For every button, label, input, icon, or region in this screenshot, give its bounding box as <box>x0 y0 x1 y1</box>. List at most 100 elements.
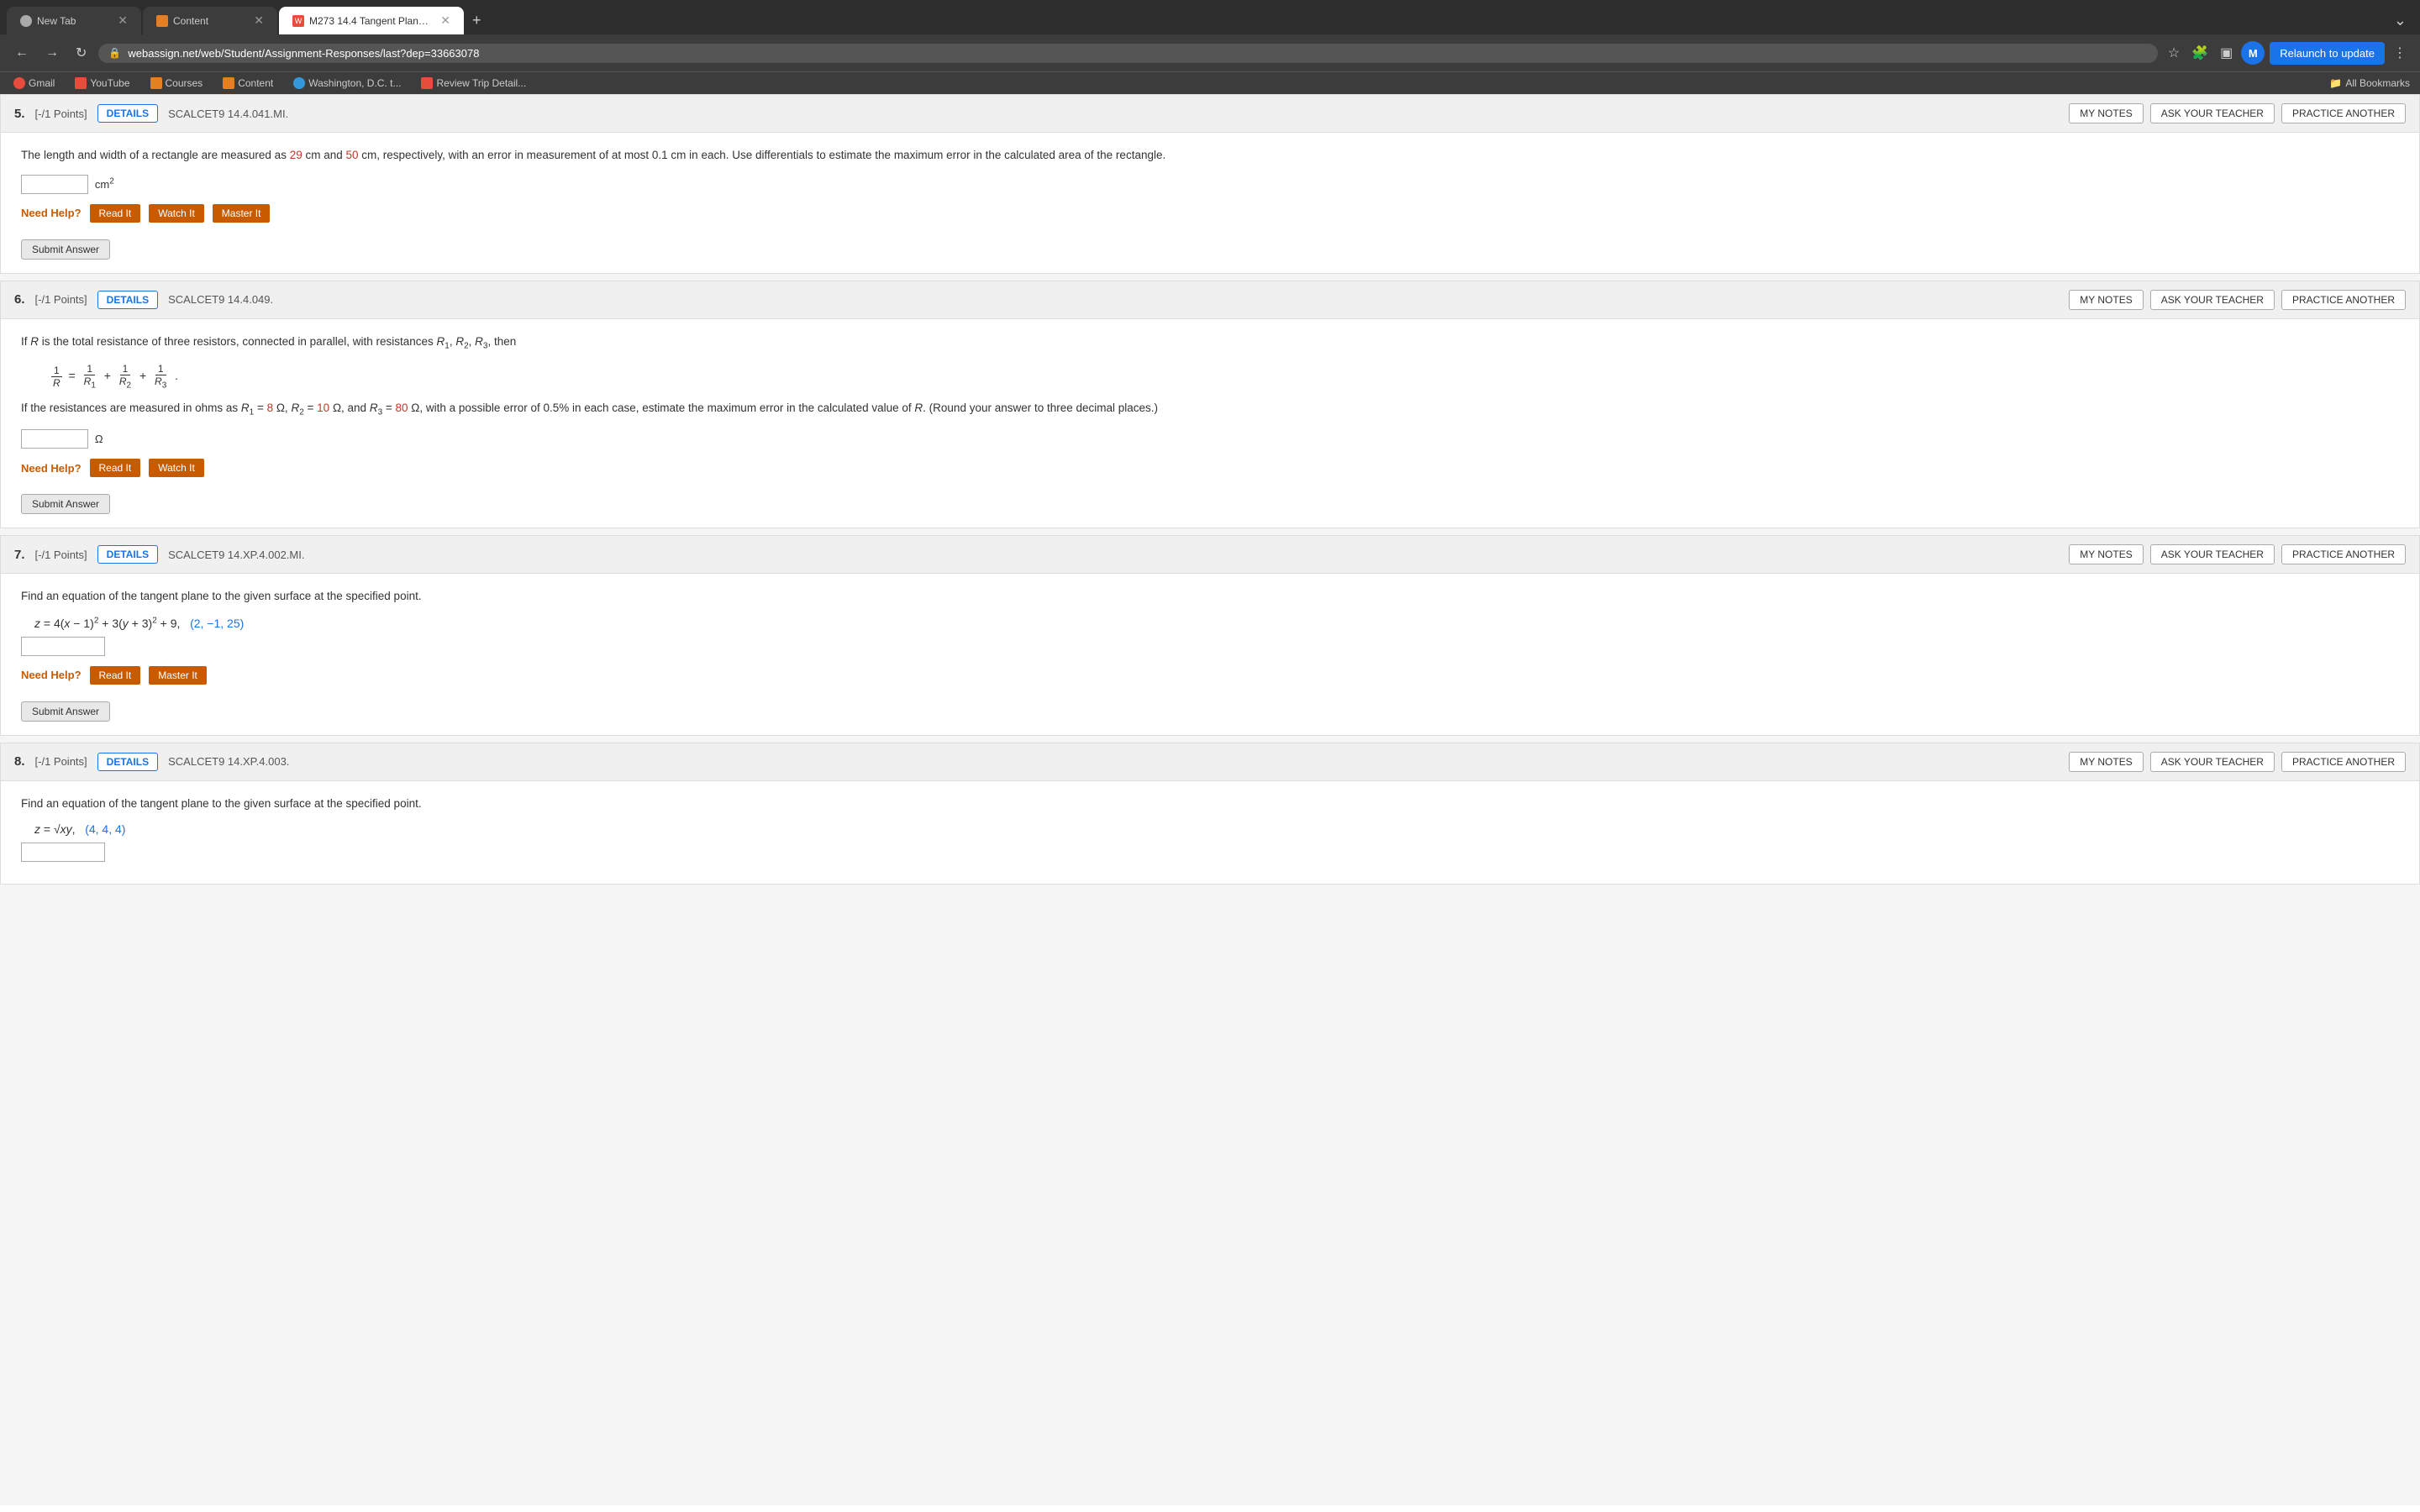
address-bar[interactable]: 🔒 webassign.net/web/Student/Assignment-R… <box>98 44 2157 63</box>
reload-button[interactable]: ↻ <box>71 41 92 65</box>
webassign-favicon: W <box>292 15 304 27</box>
question-6-read-it-btn[interactable]: Read It <box>90 459 141 477</box>
question-6-details-btn[interactable]: DETAILS <box>97 291 158 309</box>
question-5-details-btn[interactable]: DETAILS <box>97 104 158 123</box>
question-5-block: 5. [-/1 Points] DETAILS SCALCET9 14.4.04… <box>0 94 2420 274</box>
question-7-submit-btn[interactable]: Submit Answer <box>21 701 110 722</box>
question-7-practice-btn[interactable]: PRACTICE ANOTHER <box>2281 544 2406 564</box>
page-content: 5. [-/1 Points] DETAILS SCALCET9 14.4.04… <box>0 94 2420 1505</box>
question-5-my-notes-btn[interactable]: MY NOTES <box>2069 103 2143 123</box>
question-5-ask-teacher-btn[interactable]: ASK YOUR TEACHER <box>2150 103 2275 123</box>
question-8-practice-btn[interactable]: PRACTICE ANOTHER <box>2281 752 2406 772</box>
bookmark-youtube[interactable]: YouTube <box>71 76 133 91</box>
question-5-input-row: cm2 <box>21 175 2399 194</box>
bookmark-content[interactable]: Content <box>219 76 276 91</box>
bookmark-star-button[interactable]: ☆ <box>2165 41 2183 65</box>
q5-val1: 29 <box>290 149 302 161</box>
question-7-points: [-/1 Points] <box>35 549 87 561</box>
question-7-my-notes-btn[interactable]: MY NOTES <box>2069 544 2143 564</box>
bookmark-review[interactable]: Review Trip Detail... <box>418 76 529 91</box>
question-5-answer-input[interactable] <box>21 175 88 194</box>
bookmark-youtube-label: YouTube <box>90 77 129 89</box>
question-6-points: [-/1 Points] <box>35 293 87 306</box>
tab-content[interactable]: Content ✕ <box>143 7 277 34</box>
courses-favicon <box>150 77 162 89</box>
bookmarks-bar: Gmail YouTube Courses Content Washington… <box>0 71 2420 94</box>
question-6-ask-teacher-btn[interactable]: ASK YOUR TEACHER <box>2150 290 2275 310</box>
question-5-master-it-btn[interactable]: Master It <box>213 204 271 223</box>
menu-button[interactable]: ⋮ <box>2390 41 2410 65</box>
question-6-practice-btn[interactable]: PRACTICE ANOTHER <box>2281 290 2406 310</box>
question-6-need-help-label: Need Help? <box>21 462 82 475</box>
tab-new-tab[interactable]: New Tab ✕ <box>7 7 141 34</box>
back-button[interactable]: ← <box>10 42 34 64</box>
bookmarks-folder-icon: 📁 <box>2329 77 2342 89</box>
tab-webassign[interactable]: W M273 14.4 Tangent Planes - ✕ <box>279 7 464 34</box>
question-5-text: The length and width of a rectangle are … <box>21 146 2399 165</box>
youtube-favicon <box>75 77 87 89</box>
question-5-scalcet: SCALCET9 14.4.041.MI. <box>168 108 288 120</box>
bookmark-courses[interactable]: Courses <box>147 76 207 91</box>
tab-webassign-title: M273 14.4 Tangent Planes - <box>309 15 432 27</box>
q6-val3: 80 <box>396 402 408 414</box>
question-7-read-it-btn[interactable]: Read It <box>90 666 141 685</box>
question-7-ask-teacher-btn[interactable]: ASK YOUR TEACHER <box>2150 544 2275 564</box>
bookmark-washington-label: Washington, D.C. t... <box>308 77 401 89</box>
q6-frac-1R3: 1R3 <box>152 363 169 390</box>
question-8-ask-teacher-btn[interactable]: ASK YOUR TEACHER <box>2150 752 2275 772</box>
question-8-points: [-/1 Points] <box>35 755 87 768</box>
question-6-header: 6. [-/1 Points] DETAILS SCALCET9 14.4.04… <box>1 281 2419 319</box>
question-5-need-help: Need Help? Read It Watch It Master It <box>21 204 2399 223</box>
bookmark-gmail[interactable]: Gmail <box>10 76 58 91</box>
question-5-need-help-label: Need Help? <box>21 207 82 219</box>
all-bookmarks-label: All Bookmarks <box>2345 77 2410 89</box>
question-5-num: 5. <box>14 107 25 121</box>
nav-bar: ← → ↻ 🔒 webassign.net/web/Student/Assign… <box>0 34 2420 71</box>
profile-button[interactable]: M <box>2241 41 2265 65</box>
bookmark-washington[interactable]: Washington, D.C. t... <box>290 76 404 91</box>
question-7-master-it-btn[interactable]: Master It <box>149 666 207 685</box>
extension-button[interactable]: 🧩 <box>2188 41 2212 65</box>
question-8-my-notes-btn[interactable]: MY NOTES <box>2069 752 2143 772</box>
question-6-block: 6. [-/1 Points] DETAILS SCALCET9 14.4.04… <box>0 281 2420 529</box>
question-8-num: 8. <box>14 754 25 769</box>
question-6-submit-btn[interactable]: Submit Answer <box>21 494 110 514</box>
forward-button[interactable]: → <box>40 42 64 64</box>
question-7-header: 7. [-/1 Points] DETAILS SCALCET9 14.XP.4… <box>1 536 2419 574</box>
question-6-text-post: If the resistances are measured in ohms … <box>21 399 2399 420</box>
washington-favicon <box>293 77 305 89</box>
sidebar-button[interactable]: ▣ <box>2217 41 2236 65</box>
bookmark-gmail-label: Gmail <box>29 77 55 89</box>
lock-icon: 🔒 <box>108 47 121 59</box>
tab-webassign-close[interactable]: ✕ <box>440 13 450 28</box>
question-8-answer-input[interactable] <box>21 843 105 862</box>
question-5-read-it-btn[interactable]: Read It <box>90 204 141 223</box>
question-7-answer-input[interactable] <box>21 637 105 656</box>
q5-val2: 50 <box>346 149 359 161</box>
question-6-num: 6. <box>14 292 25 307</box>
question-8-block: 8. [-/1 Points] DETAILS SCALCET9 14.XP.4… <box>0 743 2420 885</box>
question-5-submit-btn[interactable]: Submit Answer <box>21 239 110 260</box>
q6-fraction-label: 1R = 1R1 + 1R2 + 1R3 . <box>48 369 178 382</box>
new-tab-favicon <box>20 15 32 27</box>
question-7-need-help-label: Need Help? <box>21 669 82 681</box>
tab-new-tab-close[interactable]: ✕ <box>118 13 128 28</box>
bookmark-courses-label: Courses <box>166 77 203 89</box>
question-8-input-row <box>21 843 2399 862</box>
relaunch-button[interactable]: Relaunch to update <box>2270 42 2385 65</box>
question-6-watch-it-btn[interactable]: Watch It <box>149 459 204 477</box>
question-8-equation: z = √xy, (4, 4, 4) <box>34 822 2399 836</box>
tab-overflow-button[interactable]: ⌄ <box>2387 8 2413 33</box>
tab-content-close[interactable]: ✕ <box>254 13 264 28</box>
question-6-my-notes-btn[interactable]: MY NOTES <box>2069 290 2143 310</box>
question-7-details-btn[interactable]: DETAILS <box>97 545 158 564</box>
question-6-answer-input[interactable] <box>21 429 88 449</box>
question-5-watch-it-btn[interactable]: Watch It <box>149 204 204 223</box>
question-8-details-btn[interactable]: DETAILS <box>97 753 158 771</box>
question-5-unit: cm2 <box>95 178 114 191</box>
new-tab-button[interactable]: + <box>466 12 488 29</box>
question-5-practice-btn[interactable]: PRACTICE ANOTHER <box>2281 103 2406 123</box>
q8-eq: z = √xy, (4, 4, 4) <box>34 822 125 836</box>
question-8-body: Find an equation of the tangent plane to… <box>1 781 2419 885</box>
all-bookmarks[interactable]: 📁 All Bookmarks <box>2329 77 2410 89</box>
